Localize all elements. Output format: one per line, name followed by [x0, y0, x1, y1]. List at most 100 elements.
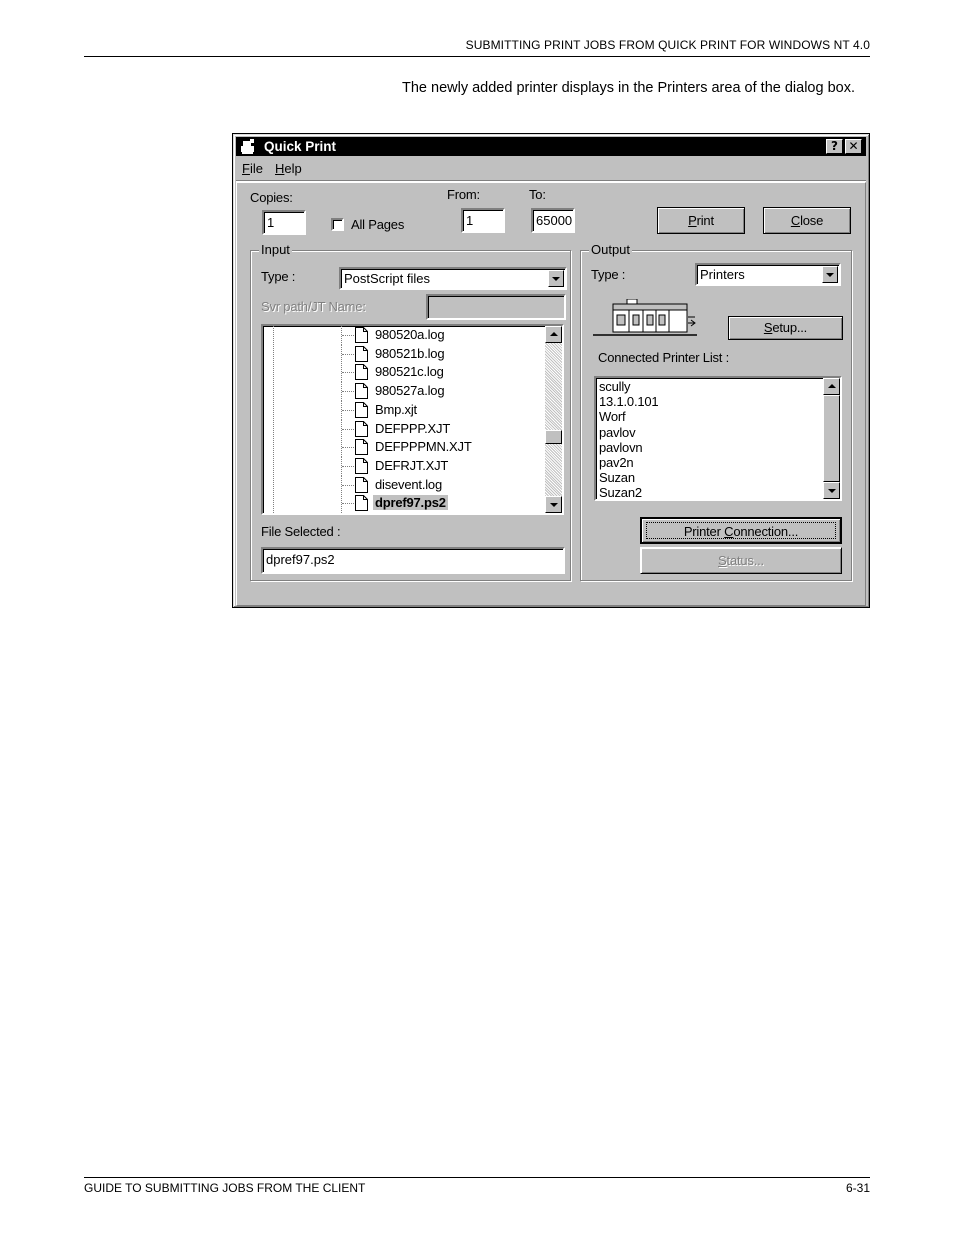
- menu-bar: File Help: [236, 158, 866, 178]
- printer-scroll-thumb[interactable]: [823, 395, 840, 482]
- print-button[interactable]: Print: [657, 207, 745, 234]
- document-icon: [355, 364, 368, 381]
- printer-scroll-up-icon[interactable]: [823, 378, 840, 395]
- connected-printer-list[interactable]: scully 13.1.0.101 Worf pavlov pavlovn pav2n Su…: [594, 376, 842, 501]
- document-icon: [355, 476, 368, 493]
- file-tree-listbox[interactable]: 980520a.log 980521b.log 980521c.log 980527a…: [261, 324, 564, 515]
- printer-scroll-down-icon[interactable]: [823, 482, 840, 499]
- from-input[interactable]: 1: [461, 208, 505, 233]
- printer-list-item[interactable]: Suzan2: [599, 485, 642, 499]
- output-type-select[interactable]: Printers: [695, 263, 841, 286]
- document-icon: [355, 383, 368, 400]
- all-pages-label: All Pages: [351, 217, 405, 232]
- printer-list-scrollbar[interactable]: [823, 378, 840, 499]
- output-type-dropdown-arrow[interactable]: [822, 266, 838, 283]
- file-name: 980527a.log: [375, 383, 445, 399]
- copies-label: Copies:: [250, 190, 293, 205]
- file-name: DEFPPPMN.XJT: [375, 439, 472, 455]
- svr-path-input[interactable]: [426, 294, 566, 320]
- input-group: Input Type : PostScript files Svr path/J…: [250, 242, 571, 581]
- to-label: To:: [529, 187, 546, 202]
- file-tree-item[interactable]: DEFPPP.XJT: [263, 419, 533, 439]
- document-icon: [355, 401, 368, 418]
- printer-connection-button[interactable]: Printer Connection...: [640, 517, 842, 544]
- output-group: Output Type : Printers Setup... Connecte…: [580, 242, 852, 581]
- file-tree-item[interactable]: dpref97.ps2: [263, 494, 533, 513]
- file-name: DEFRJT.XJT: [375, 457, 449, 473]
- printer-app-icon: [241, 139, 254, 154]
- file-tree-item[interactable]: 980520a.log: [263, 326, 533, 345]
- tree-connector-line: [342, 353, 354, 355]
- document-icon: [355, 439, 368, 456]
- all-pages-checkbox[interactable]: [331, 218, 344, 231]
- page-header: SUBMITTING PRINT JOBS FROM QUICK PRINT F…: [465, 38, 870, 52]
- file-selected-input[interactable]: dpref97.ps2: [261, 547, 565, 574]
- printer-list-item[interactable]: pavlovn: [599, 440, 643, 455]
- svr-path-label: Svr path/JT Name:: [261, 299, 366, 314]
- document-icon: [355, 327, 368, 343]
- file-tree-item[interactable]: DEFPPPMN.XJT: [263, 438, 533, 458]
- status-button[interactable]: Status...: [640, 547, 842, 574]
- to-input[interactable]: 65000: [531, 208, 575, 233]
- tree-connector-line: [342, 447, 354, 449]
- tree-connector-line: [342, 503, 354, 505]
- dialog-client-area: Copies: 1 All Pages From: 1 To: 65000 Pr…: [236, 182, 866, 606]
- file-scroll-up-icon[interactable]: [545, 326, 562, 343]
- input-type-dropdown-arrow[interactable]: [548, 270, 564, 287]
- file-name: disevent.log: [375, 476, 442, 492]
- close-button[interactable]: Close: [763, 207, 851, 234]
- copies-input[interactable]: 1: [262, 210, 306, 235]
- document-icon: [355, 457, 368, 474]
- document-icon: [355, 345, 368, 362]
- tree-connector-line: [342, 372, 354, 374]
- quick-print-window: Quick Print ? ✕ File Help Copies: 1 All …: [232, 133, 870, 608]
- input-type-label: Type :: [261, 269, 296, 284]
- file-tree-scrollbar[interactable]: [545, 326, 562, 513]
- file-tree-item[interactable]: Bmp.xjt: [263, 400, 533, 420]
- printer-list-item[interactable]: Worf: [599, 409, 626, 424]
- tree-connector-line: [342, 409, 354, 411]
- printer-list-item[interactable]: pav2n: [599, 455, 634, 470]
- header-rule: [84, 56, 870, 57]
- file-name: DEFPPP.XJT: [375, 420, 451, 436]
- connected-printer-list-label: Connected Printer List :: [598, 350, 730, 365]
- body-text: The newly added printer displays in the …: [402, 80, 855, 96]
- output-type-label: Type :: [591, 267, 626, 282]
- file-scroll-down-icon[interactable]: [545, 496, 562, 513]
- file-tree-item[interactable]: 980527a.log: [263, 382, 533, 402]
- close-title-button[interactable]: ✕: [845, 139, 862, 154]
- footer-rule: [84, 1177, 870, 1178]
- title-bar[interactable]: Quick Print ? ✕: [236, 137, 866, 156]
- printer-list-item[interactable]: scully: [599, 379, 631, 394]
- setup-button[interactable]: Setup...: [728, 316, 843, 340]
- tree-connector-line: [342, 391, 354, 393]
- file-selected-label: File Selected :: [261, 524, 341, 539]
- footer-left: GUIDE TO SUBMITTING JOBS FROM THE CLIENT: [84, 1181, 366, 1195]
- input-type-select[interactable]: PostScript files: [339, 267, 567, 290]
- file-tree-item[interactable]: 980521b.log: [263, 344, 533, 364]
- file-name: 980520a.log: [375, 327, 445, 342]
- output-group-title: Output: [589, 242, 633, 257]
- file-tree-item[interactable]: disevent.log: [263, 475, 533, 495]
- menu-file[interactable]: File: [242, 161, 263, 176]
- input-group-title: Input: [259, 242, 292, 257]
- document-icon: [355, 495, 368, 512]
- tree-connector-line: [342, 484, 354, 486]
- production-printer-icon: [593, 299, 697, 336]
- from-label: From:: [447, 187, 480, 202]
- window-title: Quick Print: [264, 139, 337, 154]
- file-tree-item[interactable]: DEFRJT.XJT: [263, 456, 533, 476]
- printer-list-item[interactable]: 13.1.0.101: [599, 394, 659, 409]
- file-name: 980521c.log: [375, 364, 444, 380]
- tree-connector-line: [342, 428, 354, 430]
- printer-list-item[interactable]: pavlov: [599, 425, 636, 440]
- page-number: 6-31: [845, 1181, 870, 1195]
- file-tree-item[interactable]: 980521c.log: [263, 363, 533, 383]
- file-name: dpref97.ps2: [373, 495, 448, 511]
- printer-list-item[interactable]: Suzan: [599, 470, 635, 485]
- help-title-button[interactable]: ?: [826, 139, 843, 154]
- file-scroll-thumb[interactable]: [545, 430, 562, 444]
- document-icon: [355, 420, 368, 437]
- file-name: 980521b.log: [375, 345, 445, 361]
- menu-help[interactable]: Help: [275, 161, 302, 176]
